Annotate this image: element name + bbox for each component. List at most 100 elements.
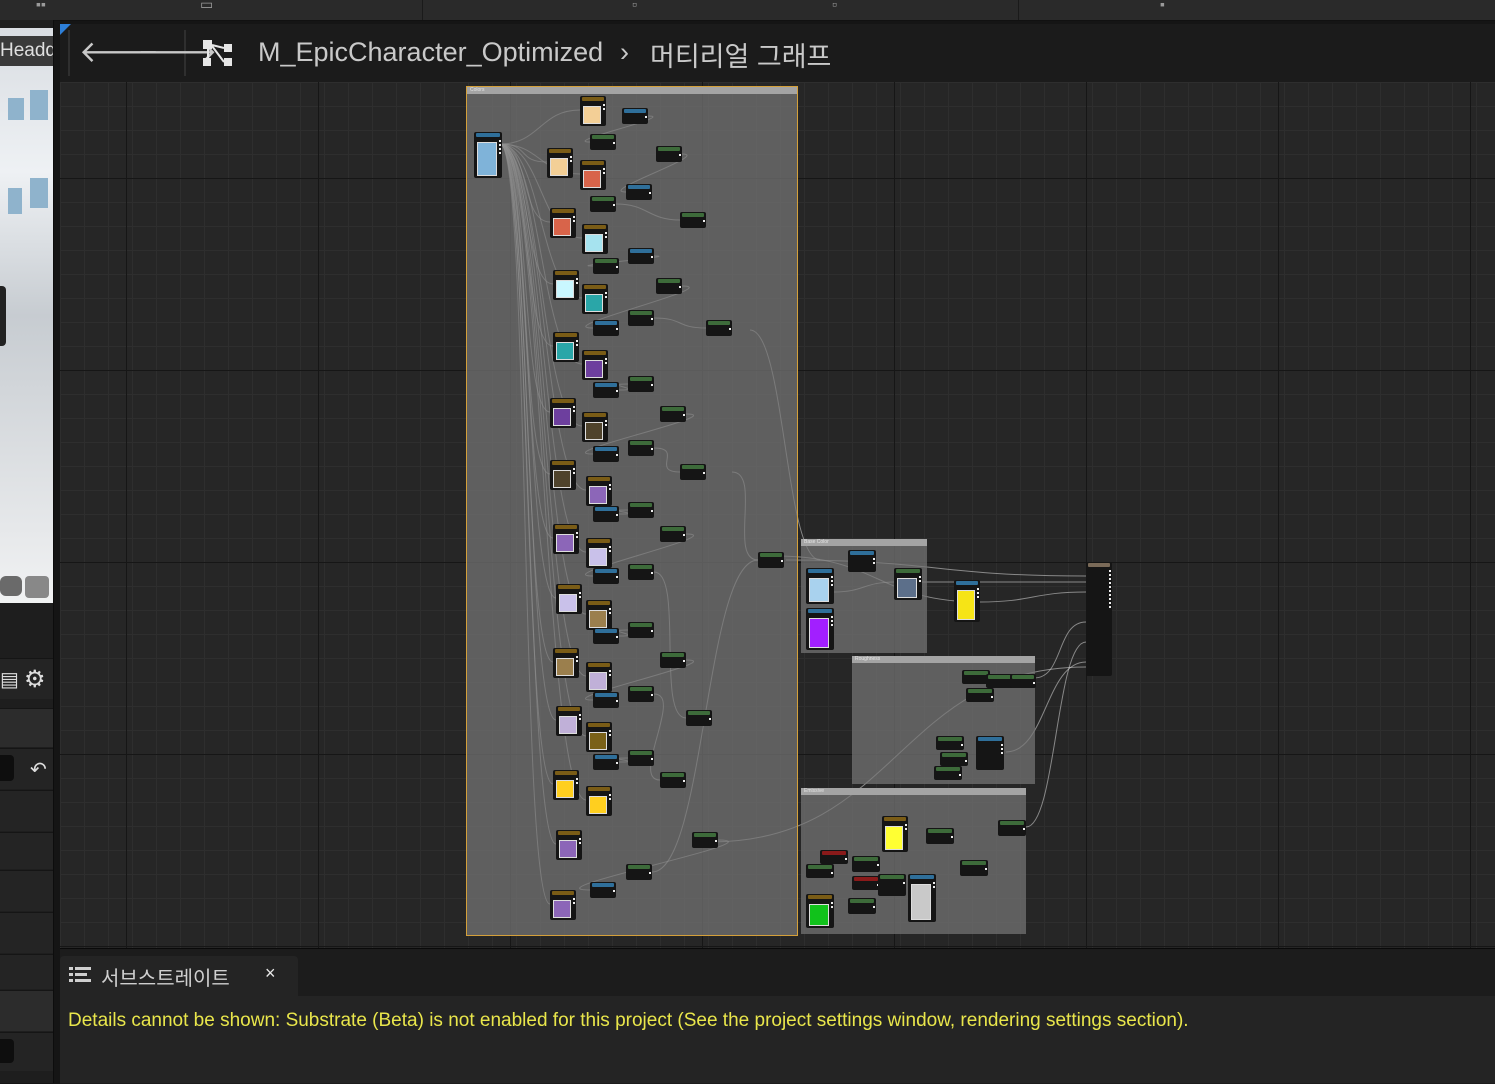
vector-parameter-node[interactable] — [553, 332, 579, 362]
output-pin[interactable] — [609, 546, 611, 548]
output-pin[interactable] — [616, 762, 618, 764]
math-node[interactable] — [660, 406, 686, 422]
output-pin[interactable] — [609, 734, 611, 736]
output-pin[interactable] — [616, 454, 618, 456]
viewport-preview[interactable] — [0, 28, 53, 603]
vector-parameter-node[interactable] — [582, 224, 608, 254]
math-node[interactable] — [966, 688, 994, 702]
output-pin[interactable] — [1109, 578, 1111, 580]
output-pin[interactable] — [1001, 752, 1003, 754]
output-pin[interactable] — [961, 744, 963, 746]
output-pin[interactable] — [919, 576, 921, 578]
vector-parameter-node[interactable] — [553, 524, 579, 554]
output-pin[interactable] — [579, 838, 581, 840]
math-node[interactable] — [686, 710, 712, 726]
math-node[interactable] — [590, 134, 616, 150]
grid-icon[interactable]: ▪▪ — [36, 0, 46, 11]
output-pin[interactable] — [613, 890, 615, 892]
output-pin[interactable] — [729, 328, 731, 330]
output-pin[interactable] — [933, 882, 935, 884]
output-pin[interactable] — [679, 154, 681, 156]
output-pin[interactable] — [1109, 574, 1111, 576]
output-pin[interactable] — [579, 592, 581, 594]
output-pin[interactable] — [609, 608, 611, 610]
output-pin[interactable] — [715, 840, 717, 842]
math-node[interactable] — [628, 622, 654, 638]
output-pin[interactable] — [1109, 590, 1111, 592]
output-pin[interactable] — [603, 168, 605, 170]
output-pin[interactable] — [831, 906, 833, 908]
cube-preview-icon[interactable] — [25, 576, 49, 598]
output-pin[interactable] — [651, 758, 653, 760]
output-pin[interactable] — [570, 160, 572, 162]
toolbar-icon[interactable]: ▫ — [632, 0, 637, 11]
output-pin[interactable] — [831, 616, 833, 618]
output-pin[interactable] — [605, 236, 607, 238]
math-node[interactable] — [848, 898, 876, 914]
vector-parameter-node[interactable] — [580, 96, 606, 126]
vector-parameter-node[interactable] — [882, 816, 908, 852]
math-node[interactable] — [680, 464, 706, 480]
output-pin[interactable] — [573, 406, 575, 408]
output-pin[interactable] — [576, 278, 578, 280]
output-pin[interactable] — [603, 104, 605, 106]
math-node[interactable] — [593, 446, 619, 462]
output-pin[interactable] — [579, 596, 581, 598]
texture-sample-node[interactable] — [474, 132, 502, 178]
output-pin[interactable] — [616, 576, 618, 578]
math-node[interactable] — [628, 310, 654, 326]
texture-sample-node[interactable] — [908, 874, 936, 922]
material-graph-canvas[interactable]: Colors Base Color Roughness Emissive — [60, 82, 1495, 948]
output-pin[interactable] — [951, 836, 953, 838]
sphere-preview-icon[interactable] — [0, 576, 22, 596]
output-pin[interactable] — [499, 140, 501, 142]
output-pin[interactable] — [959, 774, 961, 776]
breadcrumb-page[interactable]: 머티리얼 그래프 — [650, 35, 831, 74]
math-node[interactable] — [626, 864, 652, 880]
output-pin[interactable] — [573, 220, 575, 222]
output-pin[interactable] — [873, 562, 875, 564]
output-pin[interactable] — [579, 718, 581, 720]
math-node[interactable] — [934, 766, 962, 780]
output-pin[interactable] — [616, 636, 618, 638]
vector-parameter-node[interactable] — [556, 584, 582, 614]
output-pin[interactable] — [651, 448, 653, 450]
math-node[interactable] — [976, 736, 1004, 770]
vector-parameter-node[interactable] — [550, 460, 576, 490]
output-pin[interactable] — [499, 148, 501, 150]
output-pin[interactable] — [1109, 586, 1111, 588]
output-pin[interactable] — [649, 192, 651, 194]
output-pin[interactable] — [1109, 602, 1111, 604]
math-node[interactable] — [593, 506, 619, 522]
math-node[interactable] — [628, 502, 654, 518]
math-node[interactable] — [628, 564, 654, 580]
output-pin[interactable] — [570, 156, 572, 158]
math-node[interactable] — [936, 736, 964, 750]
math-node[interactable] — [998, 820, 1026, 836]
math-node[interactable] — [628, 750, 654, 766]
math-node[interactable] — [806, 864, 834, 878]
output-pin[interactable] — [1109, 594, 1111, 596]
list-icon[interactable]: ▤ — [0, 667, 19, 692]
math-node[interactable] — [593, 320, 619, 336]
output-pin[interactable] — [1109, 606, 1111, 608]
output-pin[interactable] — [991, 696, 993, 698]
output-pin[interactable] — [905, 824, 907, 826]
math-node[interactable] — [626, 184, 652, 200]
math-node[interactable] — [593, 568, 619, 584]
output-pin[interactable] — [683, 534, 685, 536]
output-pin[interactable] — [616, 514, 618, 516]
output-pin[interactable] — [616, 266, 618, 268]
math-node[interactable] — [820, 850, 848, 864]
output-pin[interactable] — [965, 760, 967, 762]
math-node[interactable] — [628, 248, 654, 264]
math-node[interactable] — [940, 752, 968, 766]
math-node[interactable] — [593, 628, 619, 644]
vector-parameter-node[interactable] — [547, 148, 573, 178]
output-pin[interactable] — [1109, 570, 1111, 572]
output-pin[interactable] — [977, 588, 979, 590]
math-node[interactable] — [628, 686, 654, 702]
math-node[interactable] — [848, 550, 876, 572]
math-node[interactable] — [628, 440, 654, 456]
math-node[interactable] — [656, 146, 682, 162]
